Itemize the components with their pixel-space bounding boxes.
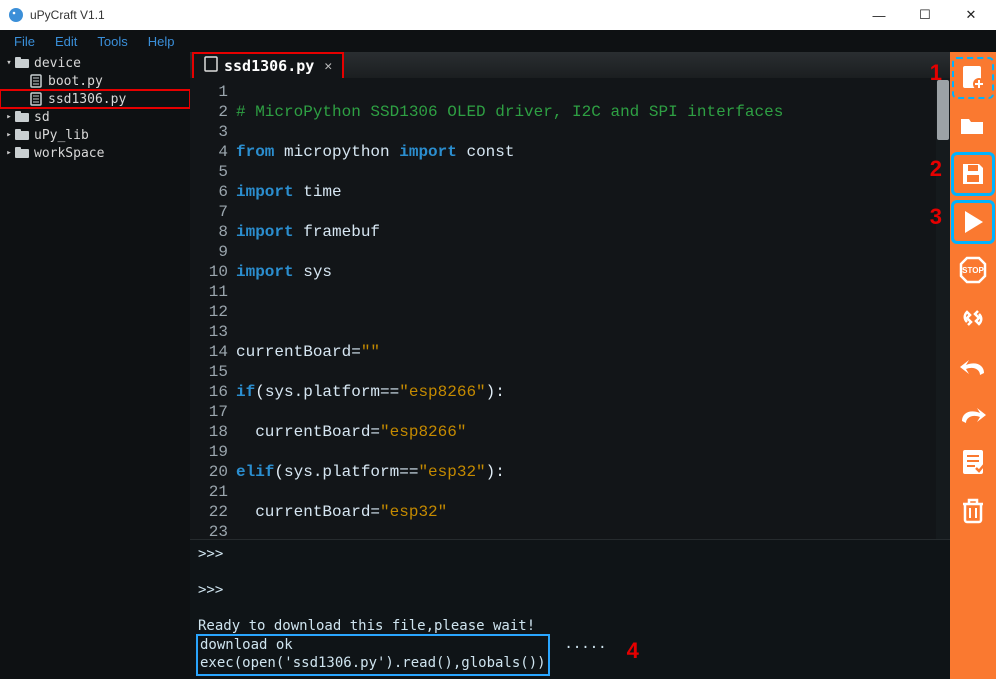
folder-icon	[14, 111, 30, 123]
file-icon	[204, 56, 218, 76]
menu-file[interactable]: File	[4, 32, 45, 51]
svg-text:STOP: STOP	[962, 266, 984, 275]
syntax-check-button[interactable]	[953, 442, 993, 482]
undo-button[interactable]	[953, 346, 993, 386]
console-download-box: download ok exec(open('ssd1306.py').read…	[198, 636, 548, 674]
editor-scrollbar[interactable]	[936, 78, 950, 539]
code-content: # MicroPython SSD1306 OLED driver, I2C a…	[236, 78, 783, 539]
tab-ssd1306[interactable]: ssd1306.py ✕	[194, 54, 342, 78]
clear-button[interactable]	[953, 490, 993, 530]
new-file-button[interactable]	[953, 58, 993, 98]
code-editor[interactable]: 1234567891011121314151617181920212223 # …	[190, 78, 950, 539]
stop-button[interactable]: STOP	[953, 250, 993, 290]
menu-help[interactable]: Help	[138, 32, 185, 51]
annotation-2: 2	[930, 156, 942, 182]
folder-icon	[14, 129, 30, 141]
save-button[interactable]	[953, 154, 993, 194]
file-icon	[28, 74, 44, 88]
tree-upylib[interactable]: ▸ uPy_lib	[0, 126, 190, 144]
console[interactable]: >>> >>> Ready to download this file,plea…	[190, 539, 950, 679]
folder-icon	[14, 147, 30, 159]
file-icon	[28, 92, 44, 106]
redo-button[interactable]	[953, 394, 993, 434]
tabbar: ssd1306.py ✕	[190, 52, 950, 78]
close-button[interactable]: ✕	[948, 0, 994, 30]
menu-edit[interactable]: Edit	[45, 32, 87, 51]
folder-icon	[14, 57, 30, 69]
gutter: 1234567891011121314151617181920212223	[190, 78, 236, 539]
menubar: File Edit Tools Help	[0, 30, 996, 52]
toolbar-rail: 1 2 3 STOP	[950, 52, 996, 679]
maximize-button[interactable]: ☐	[902, 0, 948, 30]
annotation-4: 4	[627, 638, 639, 664]
tree-boot[interactable]: boot.py	[0, 72, 190, 90]
tree-workspace[interactable]: ▸ workSpace	[0, 144, 190, 162]
close-tab-icon[interactable]: ✕	[324, 59, 332, 74]
run-button[interactable]	[953, 202, 993, 242]
connect-button[interactable]	[953, 298, 993, 338]
minimize-button[interactable]: —	[856, 0, 902, 30]
open-folder-button[interactable]	[953, 106, 993, 146]
annotation-1: 1	[930, 60, 942, 86]
tree-ssd1306[interactable]: ssd1306.py	[0, 90, 190, 108]
tree-sd[interactable]: ▸ sd	[0, 108, 190, 126]
annotation-3: 3	[930, 204, 942, 230]
tree-device[interactable]: ▾ device	[0, 54, 190, 72]
app-logo-icon	[8, 7, 24, 23]
window-title: uPyCraft V1.1	[30, 8, 856, 22]
menu-tools[interactable]: Tools	[87, 32, 137, 51]
file-tree: ▾ device boot.py ssd1306.py ▸ sd ▸ uPy_l…	[0, 52, 190, 679]
